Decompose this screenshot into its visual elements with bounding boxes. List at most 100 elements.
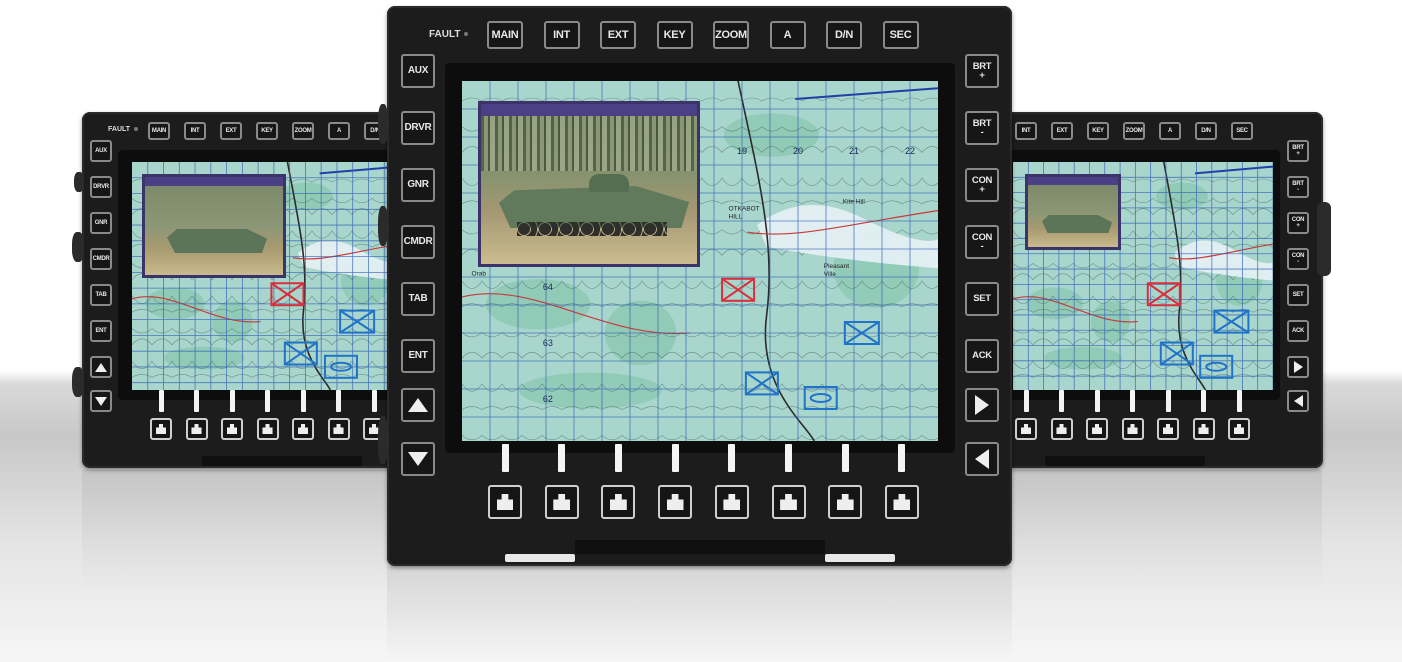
aux-button[interactable]: AUX [401, 54, 435, 88]
arrow-left-button[interactable] [965, 442, 999, 476]
key-button[interactable]: KEY [1087, 122, 1109, 140]
softkey-button[interactable] [771, 485, 806, 519]
gnr-button[interactable]: GNR [90, 212, 112, 234]
con-button[interactable]: CON - [965, 225, 999, 259]
arrow-up-button[interactable] [401, 388, 435, 422]
d-n-button[interactable]: D/N [1195, 122, 1217, 140]
arrow-down-button[interactable] [90, 390, 112, 412]
softkey-icon [262, 423, 273, 435]
ext-button[interactable]: EXT [220, 122, 242, 140]
softkey-button[interactable] [1015, 418, 1037, 440]
ent-button[interactable]: ENT [90, 320, 112, 342]
display-unit-right: INT EXT KEY ZOOM A D/N SEC BRT + BRT - CON + CON -… [1005, 112, 1331, 468]
softkey-button[interactable] [1086, 418, 1108, 440]
softkey-button[interactable] [185, 418, 208, 440]
arrow-down-button[interactable] [401, 442, 435, 476]
sec-button[interactable]: SEC [1231, 122, 1253, 140]
fault-led-icon [134, 127, 139, 132]
con-button[interactable]: CON - [1287, 248, 1309, 270]
softkey-button[interactable] [256, 418, 279, 440]
key-button[interactable]: KEY [656, 21, 693, 49]
int-button[interactable]: INT [1015, 122, 1037, 140]
softkey-button[interactable] [544, 485, 579, 519]
brt-button[interactable]: BRT + [1287, 140, 1309, 162]
int-button[interactable]: INT [184, 122, 206, 140]
map-screen[interactable]: 181920212264636261OTKABOTHILLKite HillPl… [462, 81, 938, 441]
softkey-button[interactable] [1192, 418, 1215, 440]
softkey-indicator [1130, 390, 1135, 412]
softkey-button[interactable] [1228, 418, 1250, 440]
a-button[interactable]: A [769, 21, 806, 49]
con-button[interactable]: CON + [965, 168, 999, 202]
arrow-right-button[interactable] [1287, 356, 1309, 378]
softkey-button[interactable] [601, 485, 636, 519]
ext-button[interactable]: EXT [1051, 122, 1073, 140]
zoom-button[interactable]: ZOOM [713, 21, 749, 49]
brt-button[interactable]: BRT - [1287, 176, 1309, 198]
a-button[interactable]: A [328, 122, 350, 140]
arrow-up-button[interactable] [90, 356, 112, 378]
int-button[interactable]: INT [543, 21, 580, 49]
cable-connector-icon [378, 416, 388, 464]
softkey-button[interactable] [828, 485, 863, 519]
softkey-button[interactable] [1157, 418, 1179, 440]
softkey-icon [666, 493, 684, 511]
cmdr-button[interactable]: CMDR [401, 225, 435, 259]
softkey-button[interactable] [714, 485, 749, 519]
video-inset[interactable] [142, 174, 286, 278]
softkey-button[interactable] [884, 485, 919, 519]
cable-connector-icon [1317, 202, 1331, 276]
ext-button[interactable]: EXT [600, 21, 636, 49]
softkey-button[interactable] [488, 485, 522, 519]
fault-label: FAULT [429, 29, 461, 40]
a-button[interactable]: A [1159, 122, 1181, 140]
ack-button[interactable]: ACK [965, 339, 999, 373]
softkey-button[interactable] [327, 418, 350, 440]
brt-button[interactable]: BRT - [965, 111, 999, 145]
cmdr-button[interactable]: CMDR [90, 248, 112, 270]
softkey-button[interactable] [221, 418, 243, 440]
display-unit-center: FAULT 181920212264636261OTKABOTHILLKite … [378, 6, 1012, 566]
zoom-button[interactable]: ZOOM [1123, 122, 1145, 140]
con-button[interactable]: CON + [1287, 212, 1309, 234]
video-inset-titlebar [145, 177, 283, 186]
place-label: HILL [729, 214, 743, 221]
drvr-button[interactable]: DRVR [90, 176, 112, 198]
grid-label-easting: 19 [737, 146, 747, 156]
map-screen[interactable] [132, 162, 400, 390]
drvr-button[interactable]: DRVR [401, 111, 435, 145]
video-inset[interactable] [478, 101, 700, 267]
map-screen[interactable] [1013, 162, 1273, 390]
arrow-right-button[interactable] [965, 388, 999, 422]
softkey-icon [1233, 423, 1245, 435]
ack-button[interactable]: ACK [1287, 320, 1309, 342]
main-button[interactable]: MAIN [148, 122, 170, 140]
softkey-button[interactable] [292, 418, 314, 440]
arrow-left-button[interactable] [1287, 390, 1309, 412]
d-n-button[interactable]: D/N [826, 21, 862, 49]
softkey-button[interactable] [1121, 418, 1144, 440]
set-button[interactable]: SET [965, 282, 999, 316]
gnr-button[interactable]: GNR [401, 168, 435, 202]
softkey-icon [155, 423, 167, 435]
tab-button[interactable]: TAB [401, 282, 435, 316]
softkey-button[interactable] [658, 485, 693, 519]
sec-button[interactable]: SEC [882, 21, 919, 49]
softkey-indicator [1023, 390, 1029, 412]
main-button[interactable]: MAIN [487, 21, 523, 49]
softkey-button[interactable] [1050, 418, 1073, 440]
softkey-button[interactable] [150, 418, 172, 440]
softkey-indicator [158, 390, 164, 412]
brt-button[interactable]: BRT + [965, 54, 999, 88]
set-button[interactable]: SET [1287, 284, 1309, 306]
aux-button[interactable]: AUX [90, 140, 112, 162]
ent-button[interactable]: ENT [401, 339, 435, 373]
video-inset[interactable] [1025, 174, 1121, 250]
softkey-icon [1127, 423, 1138, 435]
key-button[interactable]: KEY [256, 122, 278, 140]
tab-button[interactable]: TAB [90, 284, 112, 306]
zoom-button[interactable]: ZOOM [292, 122, 314, 140]
softkey-indicator [558, 444, 566, 472]
vegetation-patch [1044, 346, 1123, 370]
vehicle-wheels-icon [517, 222, 667, 236]
